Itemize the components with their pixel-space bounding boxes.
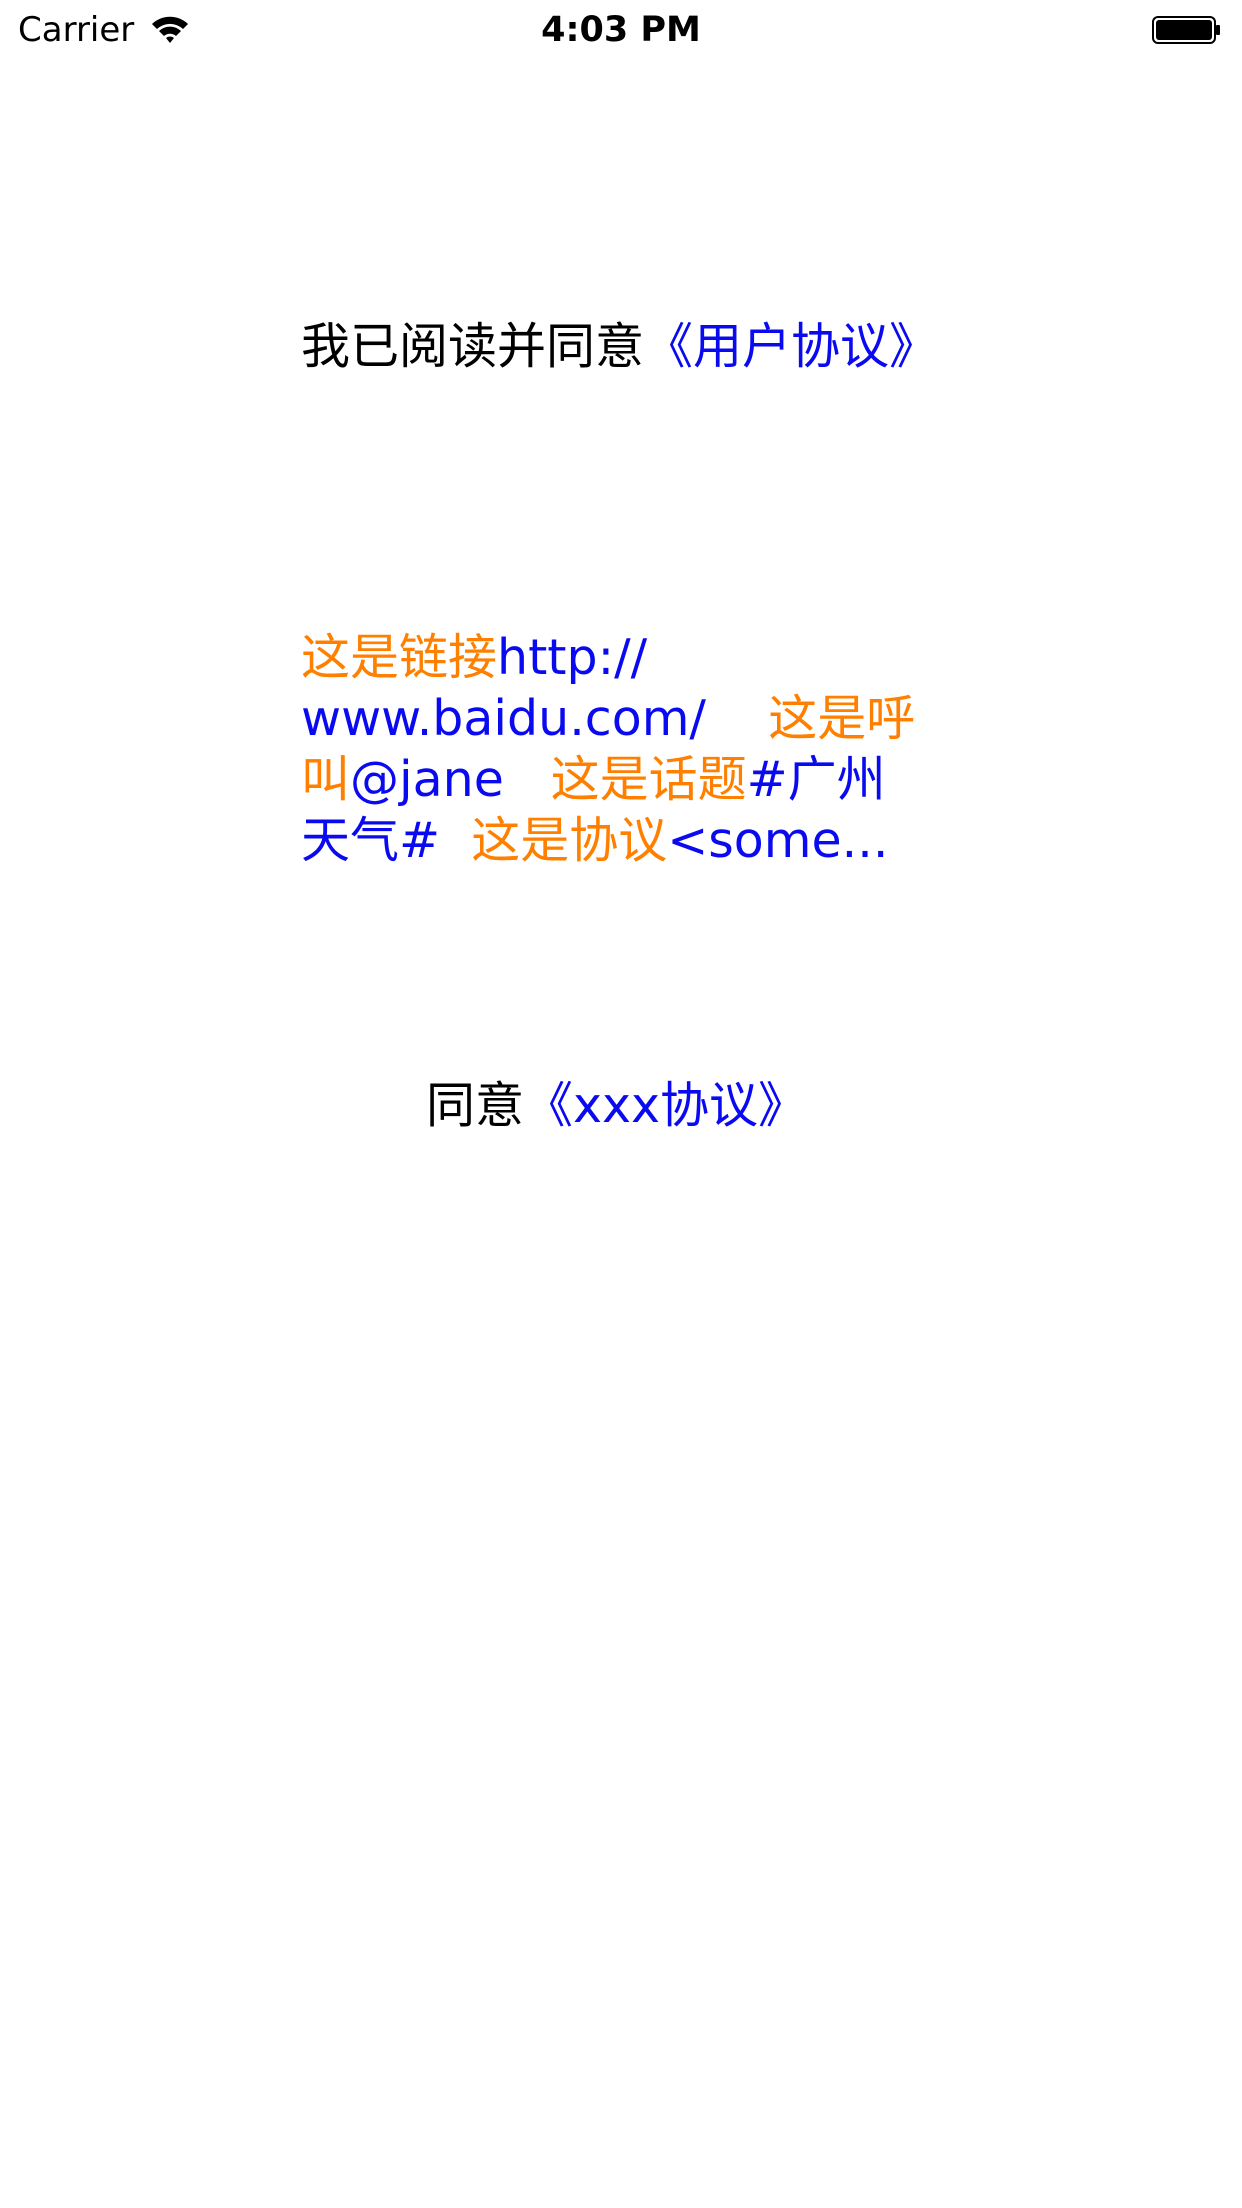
- status-bar: Carrier 4:03 PM: [0, 0, 1242, 60]
- rich-text-link[interactable]: http://: [497, 629, 647, 686]
- rich-text-link[interactable]: #广州: [747, 751, 886, 808]
- rich-text-line: 这是链接http://: [301, 627, 901, 688]
- battery-icon: [1152, 16, 1220, 44]
- rich-text-link[interactable]: 天气#: [301, 812, 440, 869]
- rich-text-line: 天气# 这是协议<some...: [301, 810, 901, 871]
- rich-text-plain: 这是话题: [503, 751, 747, 808]
- rich-text-link[interactable]: @jane: [350, 751, 504, 808]
- rich-text-plain: 叫: [301, 751, 351, 808]
- xxx-agreement-label: 同意《xxx协议》: [426, 1075, 807, 1136]
- xxx-agreement-prefix: 同意: [426, 1077, 525, 1134]
- agreement-prefix: 我已阅读并同意: [301, 318, 645, 375]
- rich-text-plain: 这是链接: [301, 629, 498, 686]
- user-agreement-label: 我已阅读并同意《用户协议》: [301, 316, 938, 377]
- rich-text-plain: 这是协议: [440, 812, 668, 869]
- user-agreement-link[interactable]: 《用户协议》: [644, 318, 938, 375]
- rich-text-line: 叫@jane 这是话题#广州: [301, 749, 901, 810]
- rich-text-line: www.baidu.com/ 这是呼: [301, 688, 915, 749]
- rich-text-label: 这是链接http://www.baidu.com/ 这是呼 叫@jane 这是话题…: [301, 627, 915, 871]
- rich-text-link[interactable]: www.baidu.com/: [301, 690, 706, 747]
- rich-text-plain: 这是呼: [705, 690, 916, 747]
- xxx-agreement-link[interactable]: 《xxx协议》: [524, 1077, 807, 1134]
- rich-text-link[interactable]: <some...: [667, 812, 888, 869]
- status-time: 4:03 PM: [541, 10, 701, 50]
